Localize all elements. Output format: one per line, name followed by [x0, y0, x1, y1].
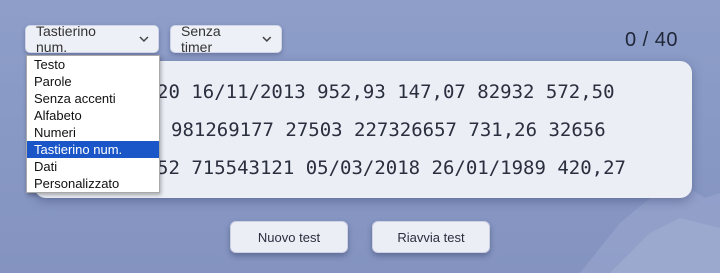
text-line: 52 715543121 05/03/2018 26/01/1989 420,2…: [157, 157, 626, 179]
chevron-down-icon: [262, 36, 272, 42]
text-line: 981269177 27503 227326657 731,26 32656: [171, 119, 606, 141]
chevron-down-icon: [139, 36, 149, 43]
mode-option-alfabeto[interactable]: Alfabeto: [27, 107, 159, 124]
mode-option-senza-accenti[interactable]: Senza accenti: [27, 90, 159, 107]
restart-test-button[interactable]: Riavvia test: [372, 221, 490, 253]
mode-option-testo[interactable]: Testo: [27, 56, 159, 73]
progress-counter: 0 / 40: [624, 29, 678, 51]
timer-select-value: Senza timer: [181, 23, 221, 55]
timer-select[interactable]: Senza timer: [170, 23, 282, 55]
text-line: 20 16/11/2013 952,93 147,07 82932 572,50: [157, 81, 615, 103]
mode-option-parole[interactable]: Parole: [27, 73, 159, 90]
mode-select-value: Tastierino num.: [36, 23, 96, 55]
mode-dropdown-list[interactable]: Testo Parole Senza accenti Alfabeto Nume…: [26, 55, 160, 193]
mode-option-personalizzato[interactable]: Personalizzato: [27, 175, 159, 192]
mode-select[interactable]: Tastierino num.: [25, 23, 159, 55]
mode-option-tastierino-num[interactable]: Tastierino num.: [27, 141, 159, 158]
mode-option-numeri[interactable]: Numeri: [27, 124, 159, 141]
mode-option-dati[interactable]: Dati: [27, 158, 159, 175]
new-test-button[interactable]: Nuovo test: [230, 221, 348, 253]
